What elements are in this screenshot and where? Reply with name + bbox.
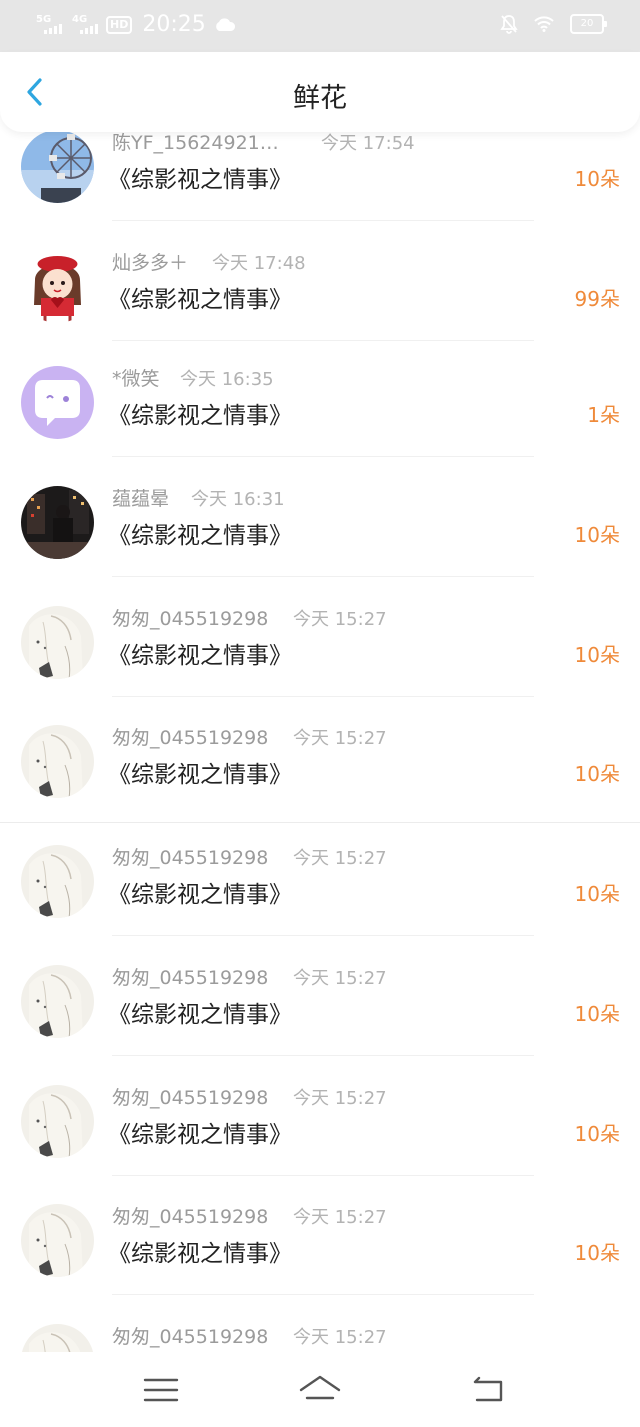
gift-time: 今天 17:54 bbox=[321, 133, 415, 154]
list-item[interactable]: 匆匆_045519298 今天 15:27 《综影视之情事》 10朵 bbox=[0, 1085, 640, 1205]
avatar[interactable] bbox=[21, 366, 94, 439]
return-icon[interactable] bbox=[469, 1374, 509, 1406]
avatar[interactable] bbox=[21, 725, 94, 798]
work-title[interactable]: 《综影视之情事》 bbox=[108, 1234, 292, 1268]
sender-name[interactable]: 匆匆_045519298 bbox=[112, 1322, 268, 1349]
system-nav-bar bbox=[0, 1352, 640, 1427]
gift-time: 今天 15:27 bbox=[293, 1207, 387, 1228]
flower-count: 10朵 bbox=[574, 643, 620, 667]
avatar[interactable] bbox=[21, 1204, 94, 1277]
chat-bubble-avatar-image bbox=[21, 366, 94, 439]
avatar[interactable] bbox=[21, 130, 94, 203]
flower-count: 99朵 bbox=[574, 287, 620, 311]
gift-time: 今天 15:27 bbox=[293, 1088, 387, 1109]
avatar[interactable] bbox=[21, 845, 94, 918]
flower-list[interactable]: 陈YF_15624921… 今天 17:54 《综影视之情事》 10朵 灿多多＋… bbox=[0, 0, 640, 1352]
list-item[interactable]: 灿多多＋ 今天 17:48 《综影视之情事》 99朵 bbox=[0, 250, 640, 370]
ferris-wheel-avatar-image bbox=[21, 130, 94, 203]
page-title: 鲜花 bbox=[293, 83, 347, 114]
night-city-avatar-image bbox=[21, 486, 94, 559]
list-item[interactable]: 匆匆_045519298 今天 15:27 bbox=[0, 1324, 640, 1352]
list-item[interactable]: 蕴蕴晕 今天 16:31 《综影视之情事》 10朵 bbox=[0, 486, 640, 606]
sender-name[interactable]: 匆匆_045519298 bbox=[112, 843, 268, 870]
divider bbox=[112, 576, 534, 577]
divider bbox=[112, 935, 534, 936]
avatar[interactable] bbox=[21, 965, 94, 1038]
gift-time: 今天 16:35 bbox=[180, 369, 274, 390]
divider bbox=[112, 1055, 534, 1056]
sender-name[interactable]: 灿多多＋ bbox=[112, 248, 188, 275]
divider bbox=[112, 1294, 534, 1295]
gift-time: 今天 15:27 bbox=[293, 728, 387, 749]
divider bbox=[112, 1175, 534, 1176]
gift-time: 今天 15:27 bbox=[293, 609, 387, 630]
sketch-avatar-image bbox=[21, 1324, 94, 1352]
divider bbox=[112, 340, 534, 341]
home-icon[interactable] bbox=[298, 1374, 342, 1406]
work-title[interactable]: 《综影视之情事》 bbox=[108, 280, 292, 314]
sender-name[interactable]: 匆匆_045519298 bbox=[112, 963, 268, 990]
sender-name[interactable]: 匆匆_045519298 bbox=[112, 723, 268, 750]
avatar[interactable] bbox=[21, 250, 94, 323]
sender-name[interactable]: 匆匆_045519298 bbox=[112, 604, 268, 631]
list-item[interactable]: 匆匆_045519298 今天 15:27 《综影视之情事》 10朵 bbox=[0, 965, 640, 1085]
avatar[interactable] bbox=[21, 1324, 94, 1352]
work-title[interactable]: 《综影视之情事》 bbox=[108, 636, 292, 670]
list-item[interactable]: 匆匆_045519298 今天 15:27 《综影视之情事》 10朵 bbox=[0, 606, 640, 726]
sender-name[interactable]: 陈YF_15624921… bbox=[112, 128, 279, 155]
gift-time: 今天 15:27 bbox=[293, 968, 387, 989]
sketch-avatar-image bbox=[21, 965, 94, 1038]
flower-count: 10朵 bbox=[574, 167, 620, 191]
list-item[interactable]: 陈YF_15624921… 今天 17:54 《综影视之情事》 10朵 bbox=[0, 130, 640, 250]
work-title[interactable]: 《综影视之情事》 bbox=[108, 755, 292, 789]
gift-time: 今天 17:48 bbox=[212, 253, 306, 274]
flower-count: 10朵 bbox=[574, 523, 620, 547]
gift-time: 今天 15:27 bbox=[293, 1327, 387, 1348]
list-item[interactable]: 匆匆_045519298 今天 15:27 《综影视之情事》 10朵 bbox=[0, 845, 640, 965]
list-item[interactable]: 匆匆_045519298 今天 15:27 《综影视之情事》 10朵 bbox=[0, 725, 640, 845]
avatar[interactable] bbox=[21, 486, 94, 559]
avatar[interactable] bbox=[21, 1085, 94, 1158]
sketch-avatar-image bbox=[21, 1085, 94, 1158]
sender-name[interactable]: 蕴蕴晕 bbox=[112, 484, 169, 511]
gift-time: 今天 15:27 bbox=[293, 848, 387, 869]
flower-count: 10朵 bbox=[574, 762, 620, 786]
work-title[interactable]: 《综影视之情事》 bbox=[108, 1115, 292, 1149]
list-item[interactable]: 匆匆_045519298 今天 15:27 《综影视之情事》 10朵 bbox=[0, 1204, 640, 1324]
work-title[interactable]: 《综影视之情事》 bbox=[108, 875, 292, 909]
flower-count: 1朵 bbox=[587, 403, 620, 427]
sketch-avatar-image bbox=[21, 606, 94, 679]
divider bbox=[112, 456, 534, 457]
sender-name[interactable]: 匆匆_045519298 bbox=[112, 1202, 268, 1229]
flower-count: 10朵 bbox=[574, 1122, 620, 1146]
cartoon-girl-avatar-image bbox=[21, 250, 94, 323]
gift-time: 今天 16:31 bbox=[191, 489, 285, 510]
sender-name[interactable]: *微笑 bbox=[112, 364, 160, 391]
divider bbox=[112, 220, 534, 221]
flower-count: 10朵 bbox=[574, 1241, 620, 1265]
sketch-avatar-image bbox=[21, 1204, 94, 1277]
work-title[interactable]: 《综影视之情事》 bbox=[108, 160, 292, 194]
sketch-avatar-image bbox=[21, 845, 94, 918]
work-title[interactable]: 《综影视之情事》 bbox=[108, 396, 292, 430]
sender-name[interactable]: 匆匆_045519298 bbox=[112, 1083, 268, 1110]
header: 鲜花 bbox=[0, 52, 640, 132]
work-title[interactable]: 《综影视之情事》 bbox=[108, 516, 292, 550]
divider bbox=[0, 822, 640, 823]
menu-icon[interactable] bbox=[141, 1374, 181, 1406]
divider bbox=[112, 696, 534, 697]
flower-count: 10朵 bbox=[574, 1002, 620, 1026]
list-item[interactable]: *微笑 今天 16:35 《综影视之情事》 1朵 bbox=[0, 366, 640, 486]
flower-count: 10朵 bbox=[574, 882, 620, 906]
work-title[interactable]: 《综影视之情事》 bbox=[108, 995, 292, 1029]
avatar[interactable] bbox=[21, 606, 94, 679]
sketch-avatar-image bbox=[21, 725, 94, 798]
